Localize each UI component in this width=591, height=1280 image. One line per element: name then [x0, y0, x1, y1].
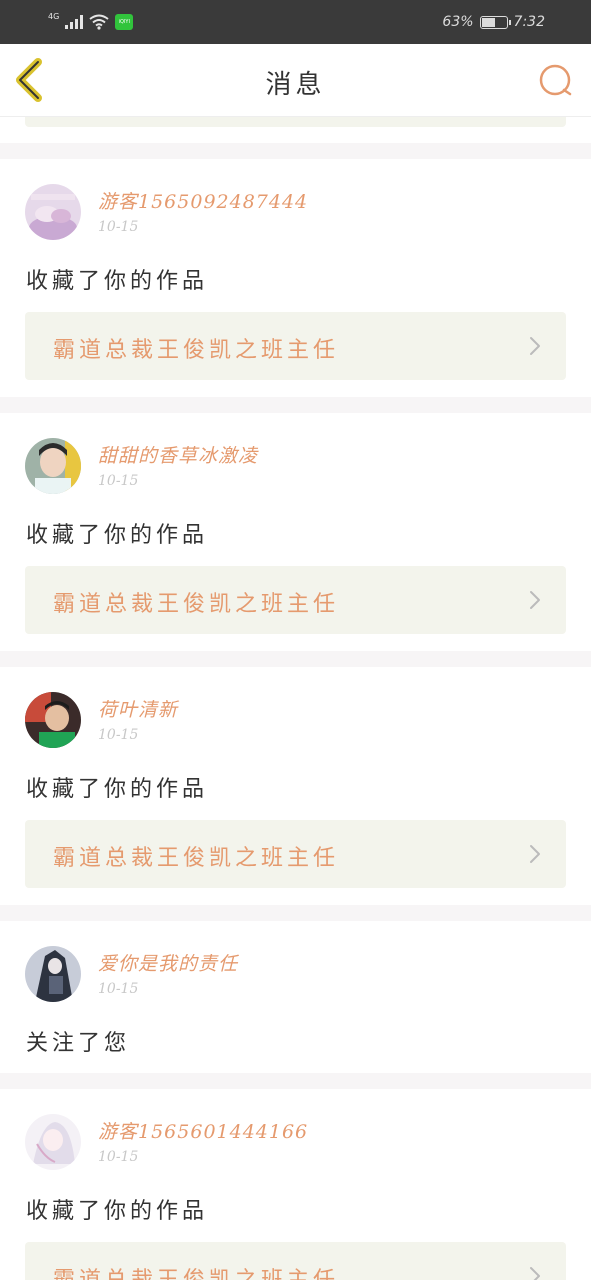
work-card[interactable]: 霸道总裁王俊凯之班主任 — [25, 566, 566, 634]
work-title: 霸道总裁王俊凯之班主任 — [53, 1262, 339, 1280]
work-title: 霸道总裁王俊凯之班主任 — [53, 592, 340, 617]
action-text: 收藏了你的作品 — [26, 523, 209, 548]
action-text: 关注了您 — [26, 1031, 131, 1056]
work-card-partial[interactable] — [25, 117, 566, 127]
avatar[interactable] — [25, 1114, 81, 1170]
clock: 7:32 — [513, 14, 545, 30]
divider — [0, 397, 591, 413]
chevron-right-icon — [530, 337, 540, 355]
timestamp: 10-15 — [98, 981, 139, 997]
timestamp: 10-15 — [98, 1149, 139, 1165]
action-text: 收藏了你的作品 — [26, 269, 209, 294]
work-card[interactable]: 霸道总裁王俊凯之班主任 — [25, 820, 566, 888]
message-list[interactable]: 游客1565092487444 10-15 收藏了你的作品 霸道总裁王俊凯之班主… — [0, 117, 591, 1280]
action-text: 收藏了你的作品 — [26, 1199, 209, 1224]
work-title: 霸道总裁王俊凯之班主任 — [53, 846, 340, 871]
action-text: 收藏了你的作品 — [26, 777, 209, 802]
message-item: 游客1565092487444 10-15 收藏了你的作品 霸道总裁王俊凯之班主… — [0, 159, 591, 397]
message-item: 爱你是我的责任 10-15 关注了您 — [0, 921, 591, 1073]
username[interactable]: 荷叶清新 — [98, 695, 178, 722]
avatar[interactable] — [25, 946, 81, 1002]
battery-fill — [481, 17, 496, 27]
chevron-right-icon — [530, 1267, 540, 1280]
username[interactable]: 游客1565601444166 — [98, 1117, 308, 1144]
signal-icon — [65, 15, 84, 29]
avatar[interactable] — [25, 438, 81, 494]
network-type: 4G — [48, 11, 60, 21]
app-badge-text: iQIYI — [118, 19, 130, 25]
username[interactable]: 爱你是我的责任 — [98, 949, 238, 976]
username[interactable]: 甜甜的香草冰激凌 — [98, 441, 258, 468]
status-bar: 4G iQIYI 63% 7:32 — [0, 0, 591, 44]
status-bar-left: 4G iQIYI — [48, 11, 134, 32]
search-button[interactable] — [537, 60, 577, 100]
status-bar-right: 63% 7:32 — [442, 12, 545, 32]
work-title: 霸道总裁王俊凯之班主任 — [53, 338, 340, 363]
search-icon — [539, 64, 572, 96]
divider — [0, 905, 591, 921]
message-item: 荷叶清新 10-15 收藏了你的作品 霸道总裁王俊凯之班主任 — [0, 667, 591, 905]
battery-icon — [479, 15, 511, 29]
timestamp: 10-15 — [98, 727, 139, 743]
avatar[interactable] — [25, 692, 81, 748]
work-card[interactable]: 霸道总裁王俊凯之班主任 — [25, 312, 566, 380]
message-item: 游客1565601444166 10-15 收藏了你的作品 霸道总裁王俊凯之班主… — [0, 1089, 591, 1280]
chevron-right-icon — [530, 591, 540, 609]
divider — [0, 143, 591, 159]
message-item: 甜甜的香草冰激凌 10-15 收藏了你的作品 霸道总裁王俊凯之班主任 — [0, 413, 591, 651]
avatar[interactable] — [25, 184, 81, 240]
battery-percent: 63% — [442, 14, 474, 30]
timestamp: 10-15 — [98, 473, 139, 489]
wifi-icon — [89, 14, 109, 30]
timestamp: 10-15 — [98, 219, 139, 235]
nav-bar: 消息 — [0, 44, 591, 117]
divider — [0, 1073, 591, 1089]
page-title: 消息 — [265, 70, 326, 100]
chevron-right-icon — [530, 845, 540, 863]
app-notification-icon: iQIYI — [115, 14, 134, 30]
username[interactable]: 游客1565092487444 — [98, 187, 308, 214]
divider — [0, 651, 591, 667]
work-card[interactable]: 霸道总裁王俊凯之班主任 — [25, 1242, 566, 1280]
